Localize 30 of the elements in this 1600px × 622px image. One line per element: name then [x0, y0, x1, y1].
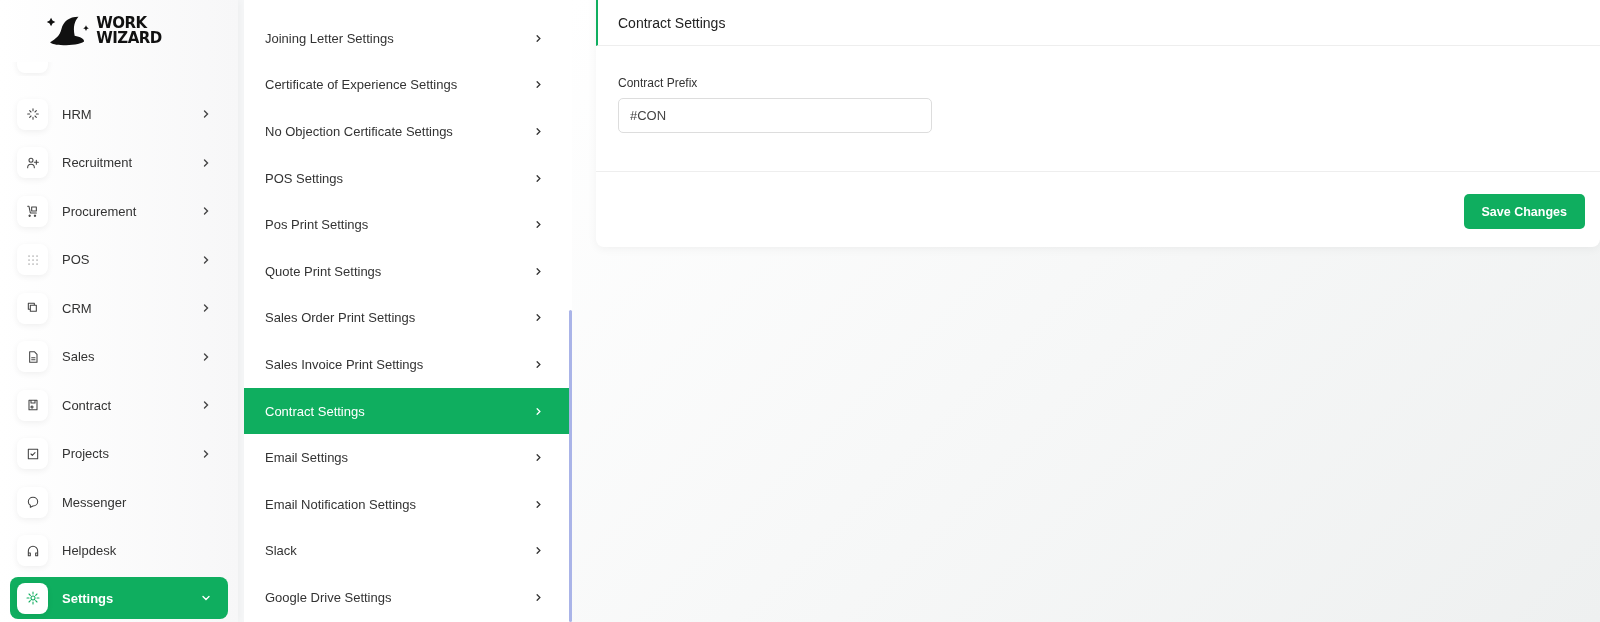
settings-menu-item[interactable]: POS Settings [244, 154, 572, 202]
sidebar-item[interactable]: Procurement [10, 187, 228, 236]
sidebar-item[interactable]: Projects [10, 429, 228, 478]
settings-menu-item[interactable]: Google Drive Settings [244, 574, 572, 621]
sidebar-item[interactable]: POS [10, 235, 228, 284]
menu-item-icon [24, 106, 41, 123]
settings-menu-item[interactable]: No Objection Certificate Settings [244, 108, 572, 155]
prefix-input-field[interactable]: #CON [618, 98, 932, 133]
settings-menu-item[interactable]: Quote Print Settings [244, 247, 572, 295]
settings-menu-item[interactable]: Slack [244, 527, 572, 575]
settings-menu-item[interactable]: Email Notification Settings [244, 480, 572, 528]
settings-menu-item[interactable]: Sales Order Print Settings [244, 294, 572, 342]
settings-menu-item[interactable]: Joining Letter Settings [244, 15, 572, 62]
sidebar-item[interactable]: HRM [10, 90, 228, 139]
scrollbar[interactable] [569, 310, 572, 622]
menu-item-icon [24, 590, 41, 606]
sidebar-item[interactable]: Messenger [10, 478, 228, 527]
settings-menu-item[interactable]: Email Settings [244, 434, 572, 481]
card-title: Contract Settings [618, 14, 726, 31]
settings-menu-item[interactable]: Sales Invoice Print Settings [244, 341, 572, 388]
logo-text: WORK [96, 16, 148, 31]
sidebar-item[interactable]: Contract [10, 381, 228, 430]
sidebar-item[interactable]: CRM [10, 284, 228, 333]
settings-menu-item[interactable]: Certificate of Experience Settings [244, 61, 572, 109]
sidebar-item[interactable]: Recruitment [10, 138, 228, 187]
logo-text: WIZARD [96, 31, 162, 46]
field-label: Contract Prefix [618, 76, 699, 90]
sidebar-item[interactable]: Sales [10, 332, 228, 381]
settings-menu-item[interactable]: Pos Print Settings [244, 201, 572, 248]
sidebar-item[interactable]: Helpdesk [10, 526, 228, 575]
